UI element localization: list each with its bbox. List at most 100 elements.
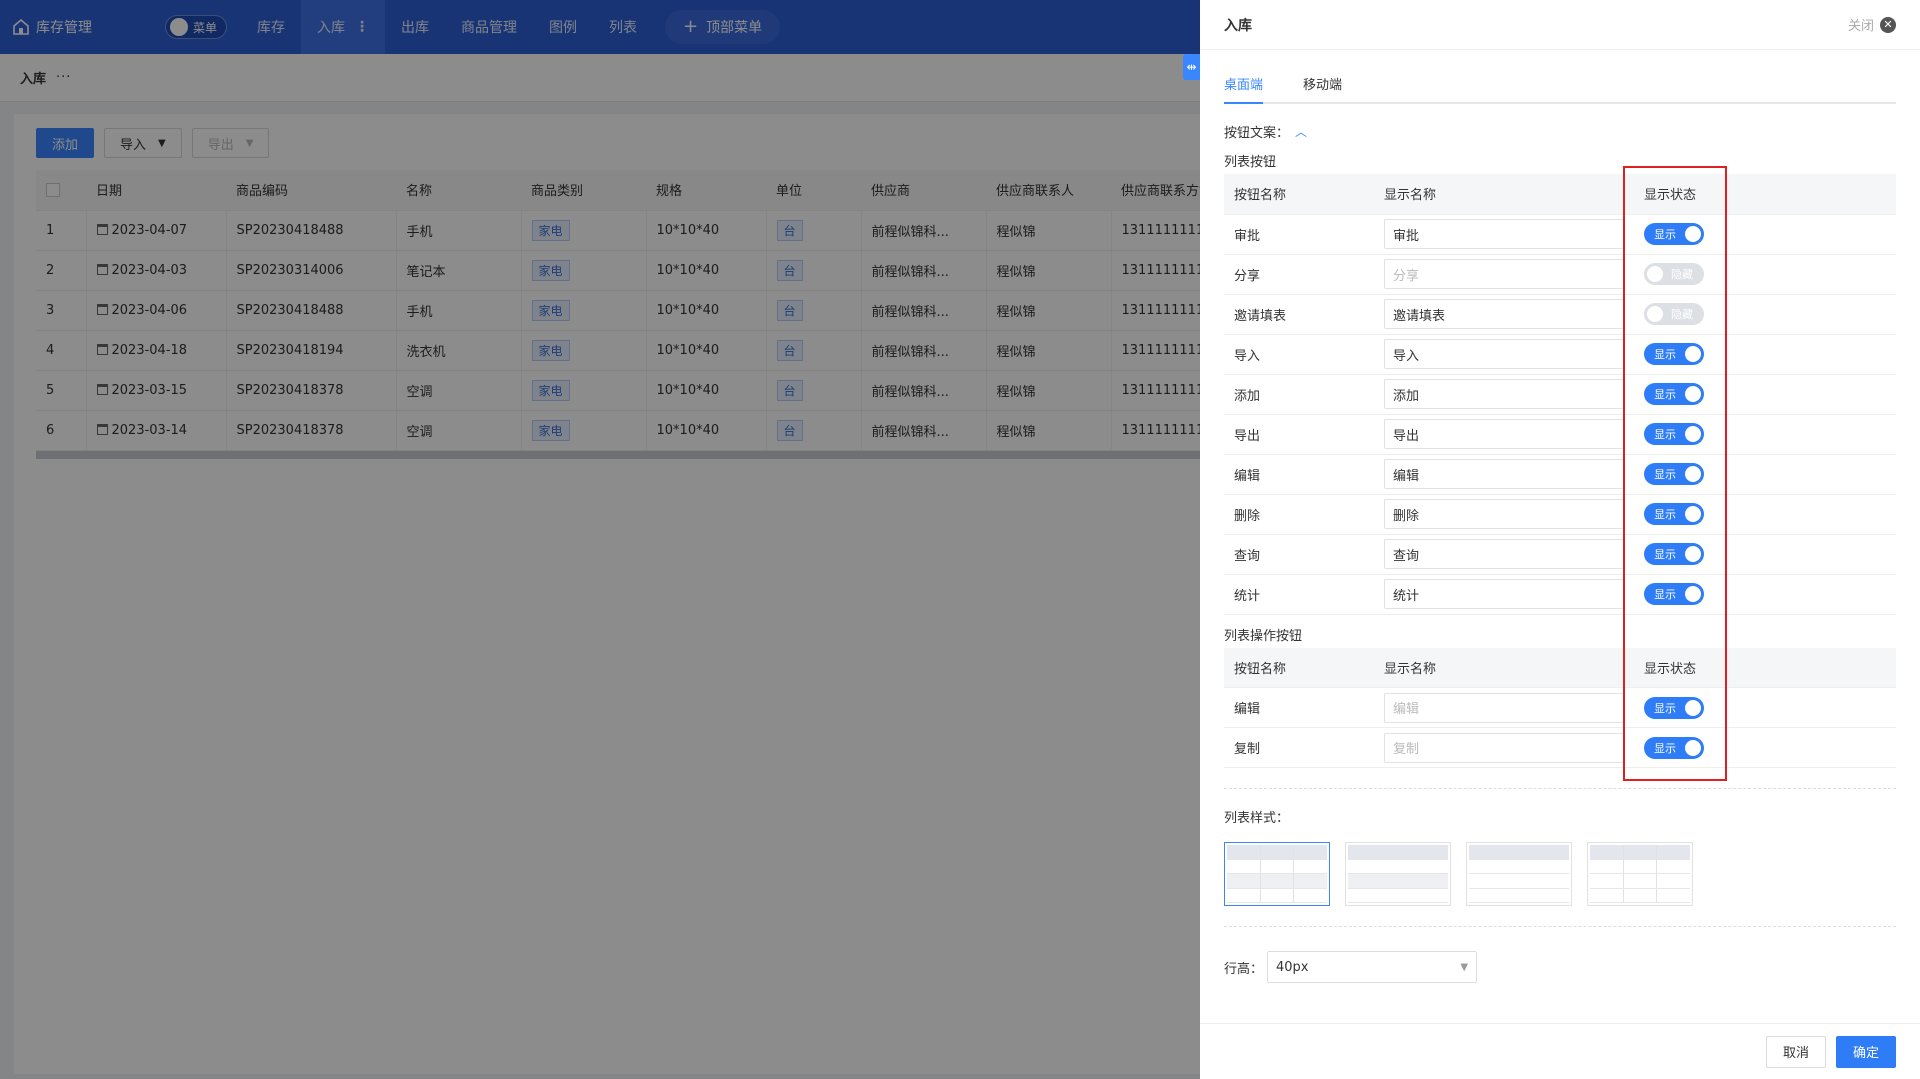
visibility-switch[interactable]: 显示	[1644, 696, 1704, 719]
list-style-label: 列表样式：	[1224, 807, 1896, 826]
chevron-up-icon[interactable]: ︿	[1295, 123, 1307, 140]
list-style-options	[1224, 842, 1896, 906]
button-text-section: 按钮文案： ︿	[1224, 122, 1896, 141]
visibility-switch[interactable]: 隐藏	[1644, 303, 1704, 325]
divider	[1224, 926, 1896, 927]
table-row: 导入 导入 显示	[1224, 334, 1896, 375]
table-row: 删除 删除 显示	[1224, 494, 1896, 535]
chevron-down-icon: ▼	[1460, 961, 1469, 973]
switch-label: 显示	[1654, 388, 1676, 401]
visibility-switch[interactable]: 显示	[1644, 423, 1704, 445]
visibility-switch[interactable]: 显示	[1644, 223, 1704, 245]
visibility-switch[interactable]: 显示	[1644, 583, 1704, 605]
modal-overlay[interactable]	[0, 0, 1200, 1079]
display-name-input[interactable]: 查询	[1384, 539, 1624, 569]
confirm-button[interactable]: 确定	[1835, 1035, 1896, 1068]
display-name-input[interactable]: 编辑	[1384, 459, 1624, 489]
display-name-input[interactable]: 添加	[1384, 379, 1624, 409]
table-row: 编辑 编辑 显示	[1224, 687, 1896, 728]
table-row: 编辑 编辑 显示	[1224, 454, 1896, 495]
visibility-switch[interactable]: 隐藏	[1644, 263, 1704, 285]
list-buttons-label: 列表按钮	[1224, 155, 1277, 170]
switch-knob	[1685, 226, 1701, 242]
button-name: 编辑	[1224, 687, 1374, 728]
display-name-input[interactable]: 导出	[1384, 419, 1624, 449]
platform-tabs: 桌面端 移动端	[1224, 74, 1896, 104]
table-row: 分享 分享 隐藏	[1224, 254, 1896, 295]
visibility-switch[interactable]: 显示	[1644, 463, 1704, 485]
status-cell: 显示	[1634, 574, 1896, 615]
display-name-cell: 审批	[1374, 214, 1634, 255]
list-style-striped[interactable]	[1224, 842, 1330, 906]
list-style-striped-plain[interactable]	[1345, 842, 1451, 906]
settings-drawer: 入库 关闭 ✕ 桌面端 移动端 按钮文案： ︿ 列表按钮 按钮名称 显示名称 显…	[1200, 0, 1920, 1079]
list-style-bordered[interactable]	[1587, 842, 1693, 906]
table-header-row: 按钮名称 显示名称 显示状态	[1224, 647, 1896, 688]
button-name: 审批	[1224, 214, 1374, 255]
switch-label: 显示	[1654, 741, 1676, 755]
switch-label: 显示	[1654, 228, 1676, 241]
drawer-footer: 取消 确定	[1200, 1023, 1920, 1079]
display-name-input[interactable]: 编辑	[1384, 692, 1624, 723]
visibility-switch[interactable]: 显示	[1644, 383, 1704, 405]
status-cell: 显示	[1634, 214, 1896, 255]
list-op-buttons-table: 按钮名称 显示名称 显示状态 编辑 编辑 显示 复制 复制 显示	[1224, 647, 1896, 768]
tab-mobile[interactable]: 移动端	[1303, 74, 1342, 102]
button-name: 编辑	[1224, 454, 1374, 495]
column-header: 显示状态	[1634, 174, 1896, 215]
switch-label: 显示	[1654, 348, 1676, 361]
close-button[interactable]: 关闭 ✕	[1848, 15, 1896, 34]
row-height-field: 行高： 40px ▼	[1224, 951, 1896, 983]
button-name: 统计	[1224, 574, 1374, 615]
visibility-switch[interactable]: 显示	[1644, 736, 1704, 759]
visibility-switch[interactable]: 显示	[1644, 543, 1704, 565]
drawer-title: 入库	[1224, 17, 1252, 34]
status-cell: 显示	[1634, 534, 1896, 575]
table-row: 导出 导出 显示	[1224, 414, 1896, 455]
switch-label: 显示	[1654, 468, 1676, 481]
table-row: 复制 复制 显示	[1224, 727, 1896, 768]
row-height-select[interactable]: 40px ▼	[1267, 951, 1478, 983]
resize-handle-icon[interactable]: ⇹	[1183, 54, 1200, 80]
display-name-cell: 删除	[1374, 494, 1634, 535]
visibility-switch[interactable]: 显示	[1644, 343, 1704, 365]
switch-label: 显示	[1654, 508, 1676, 521]
switch-knob	[1647, 306, 1663, 322]
display-name-input[interactable]: 统计	[1384, 579, 1624, 609]
status-cell: 隐藏	[1634, 294, 1896, 335]
switch-knob	[1685, 386, 1701, 402]
list-style-lined[interactable]	[1466, 842, 1572, 906]
status-cell: 显示	[1634, 454, 1896, 495]
display-name-input[interactable]: 删除	[1384, 499, 1624, 529]
cancel-button[interactable]: 取消	[1765, 1035, 1826, 1068]
display-name-cell: 邀请填表	[1374, 294, 1634, 335]
display-name-cell: 导入	[1374, 334, 1634, 375]
display-name-input[interactable]: 审批	[1384, 219, 1624, 249]
button-name: 查询	[1224, 534, 1374, 575]
button-name: 导出	[1224, 414, 1374, 455]
switch-knob	[1647, 266, 1663, 282]
switch-knob	[1685, 586, 1701, 602]
display-name-cell: 编辑	[1374, 687, 1634, 728]
table-row: 统计 统计 显示	[1224, 574, 1896, 615]
button-name: 复制	[1224, 727, 1374, 768]
tab-desktop[interactable]: 桌面端	[1224, 74, 1264, 104]
display-name-input[interactable]: 分享	[1384, 259, 1624, 289]
drawer-header: 入库 关闭 ✕	[1200, 0, 1920, 50]
display-name-input[interactable]: 邀请填表	[1384, 299, 1624, 329]
table-row: 添加 添加 显示	[1224, 374, 1896, 415]
section-title: 列表样式：	[1224, 811, 1290, 826]
switch-knob	[1685, 426, 1701, 442]
column-header: 显示状态	[1634, 647, 1896, 688]
column-header: 按钮名称	[1224, 174, 1374, 215]
switch-knob	[1685, 346, 1701, 362]
display-name-input[interactable]: 导入	[1384, 339, 1624, 369]
switch-label: 隐藏	[1671, 268, 1693, 281]
visibility-switch[interactable]: 显示	[1644, 503, 1704, 525]
switch-knob	[1685, 506, 1701, 522]
display-name-input[interactable]: 复制	[1384, 732, 1624, 763]
status-cell: 显示	[1634, 374, 1896, 415]
status-cell: 显示	[1634, 494, 1896, 535]
close-label: 关闭	[1847, 19, 1874, 34]
table-header-row: 按钮名称 显示名称 显示状态	[1224, 174, 1896, 215]
